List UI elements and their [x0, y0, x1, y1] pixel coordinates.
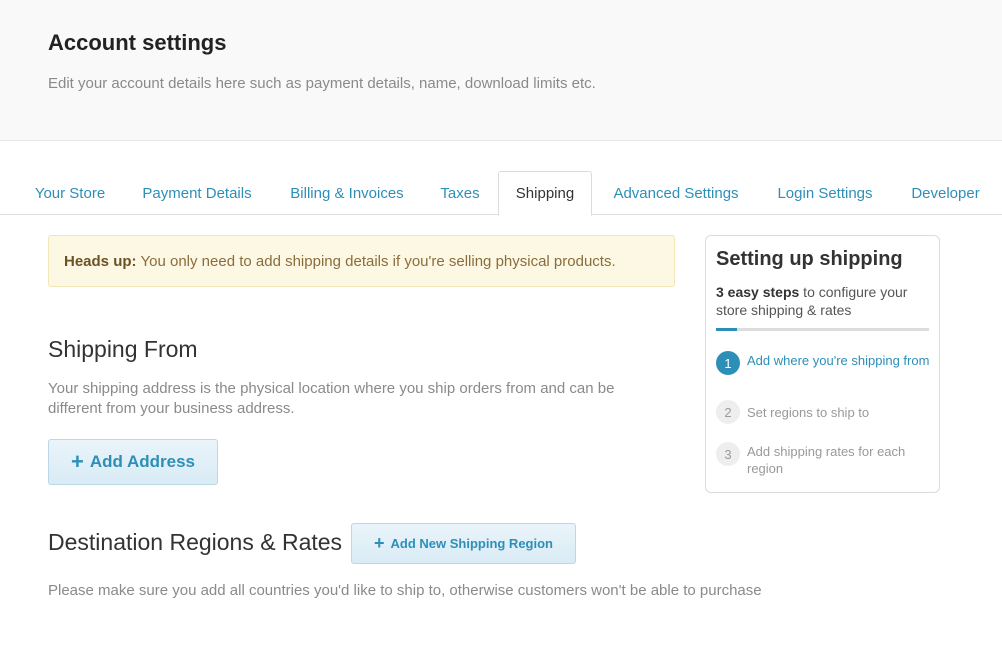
tab-billing-invoices[interactable]: Billing & Invoices	[272, 171, 422, 215]
page-subtitle: Edit your account details here such as p…	[48, 75, 596, 92]
tab-login-settings[interactable]: Login Settings	[760, 171, 890, 215]
tab-your-store[interactable]: Your Store	[18, 171, 122, 215]
shipping-from-description: Your shipping address is the physical lo…	[48, 380, 615, 417]
setup-step-1[interactable]: 1 Add where you're shipping from	[716, 351, 931, 375]
alert-strong: Heads up:	[64, 252, 137, 270]
step-number: 2	[716, 400, 740, 424]
plus-icon: +	[70, 449, 84, 474]
page-title: Account settings	[48, 30, 227, 55]
step-label: Add shipping rates for each region	[747, 444, 906, 476]
tab-advanced-settings[interactable]: Advanced Settings	[594, 171, 758, 215]
add-shipping-region-button[interactable]: + Add New Shipping Region	[351, 523, 576, 564]
destination-description: Please make sure you add all countries y…	[48, 582, 762, 599]
setup-progress-fill	[716, 328, 738, 331]
settings-tabs: Your Store Payment Details Billing & Inv…	[0, 171, 1002, 216]
tab-taxes[interactable]: Taxes	[424, 171, 496, 215]
step-label: Set regions to ship to	[747, 405, 870, 420]
intro-bold: 3 easy steps	[716, 284, 800, 300]
setup-guide-title: Setting up shipping	[716, 248, 903, 270]
setup-step-2[interactable]: 2 Set regions to ship to	[716, 400, 931, 424]
add-address-button[interactable]: + Add Address	[48, 439, 218, 485]
step-number: 1	[716, 351, 740, 375]
alert-text: You only need to add shipping details if…	[140, 252, 616, 270]
tab-shipping[interactable]: Shipping	[498, 171, 592, 216]
tab-developer[interactable]: Developer	[893, 171, 998, 215]
add-shipping-region-label: Add New Shipping Region	[390, 536, 554, 551]
step-label: Add where you're shipping from	[747, 353, 930, 368]
shipping-from-title: Shipping From	[48, 336, 198, 362]
plus-icon: +	[373, 533, 385, 553]
setup-guide-panel: Setting up shipping 3 easy steps to conf…	[705, 235, 940, 493]
heads-up-alert: Heads up: You only need to add shipping …	[48, 235, 675, 287]
setup-progress-bar	[716, 328, 929, 331]
add-address-label: Add Address	[89, 452, 196, 471]
setup-guide-intro: 3 easy steps to configure your store shi…	[716, 283, 931, 319]
destination-title: Destination Regions & Rates	[48, 529, 343, 555]
tab-payment-details[interactable]: Payment Details	[124, 171, 270, 215]
page-header: Account settings Edit your account detai…	[0, 0, 1002, 141]
setup-step-3[interactable]: 3 Add shipping rates for each region	[716, 442, 931, 477]
step-number: 3	[716, 442, 740, 466]
